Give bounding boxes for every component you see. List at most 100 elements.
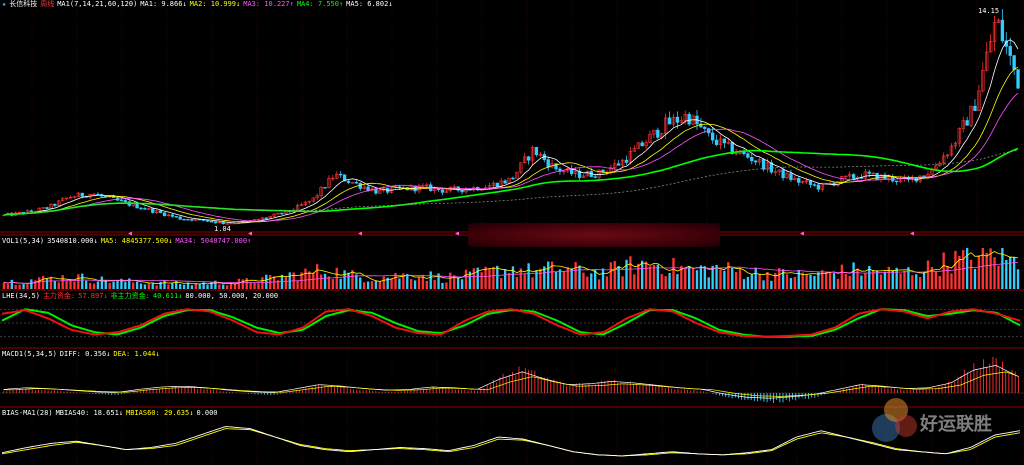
price-candle: [323, 187, 327, 189]
price-candle: [812, 184, 817, 186]
price-candle: [687, 113, 691, 125]
ma2-line: [3, 66, 1019, 223]
price-candle: [29, 210, 34, 212]
price-candle: [722, 138, 727, 144]
redacted-overlay: [468, 223, 720, 247]
price-candle: [867, 171, 871, 174]
ma1-value: MA1: 9.866↓: [140, 0, 187, 8]
price-candle: [151, 208, 155, 213]
ma3-value: MA3: 10.227↑: [243, 0, 294, 8]
price-candle: [973, 105, 977, 111]
price-candle: [339, 173, 343, 176]
price-candle: [1012, 55, 1016, 70]
low-price-label: 1.04: [214, 225, 231, 233]
price-candle: [53, 203, 57, 206]
price-candle: [186, 219, 190, 221]
price-candle: [534, 147, 539, 156]
ma4-value: MA4: 7.550↑: [296, 0, 344, 8]
price-candle: [190, 219, 194, 221]
price-candle: [440, 189, 445, 193]
price-candle: [374, 188, 378, 194]
bias-params: BIAS-MA1(28): [2, 409, 53, 417]
price-candle: [714, 139, 719, 145]
price-candle: [174, 216, 178, 218]
price-candle: [816, 184, 821, 190]
high-price-label: 14.15: [978, 7, 1000, 15]
ma-params: MA1(7,14,21,60,120): [57, 0, 138, 8]
macd-params: MACD1(5,34,5): [2, 350, 57, 358]
price-candle: [123, 200, 128, 202]
vol-ma34: MA34: 5040747.000↑: [175, 237, 252, 245]
price-candle: [754, 160, 758, 163]
price-candle: [746, 153, 750, 158]
period-label[interactable]: 周线: [40, 0, 54, 8]
price-candle: [1008, 46, 1012, 56]
price-candle: [182, 219, 186, 221]
price-candle: [162, 212, 167, 216]
fund-levels: 80.000, 50.000, 20.000: [185, 292, 279, 300]
price-candle: [965, 120, 969, 126]
price-candle: [511, 177, 515, 180]
main-fund-value: 57.897↓: [78, 292, 108, 300]
ma5-value: MA5: 6.802↓: [346, 0, 393, 8]
vol-value: 3540810.000↓: [47, 237, 98, 245]
price-candle: [797, 178, 801, 183]
price-candle: [526, 156, 531, 161]
favorite-star-icon[interactable]: ★: [2, 0, 6, 8]
bias-panel-header: BIAS-MA1(28) MBIAS40: 18.651↓ MBIAS60: 29.…: [2, 409, 221, 418]
price-candle: [851, 174, 856, 179]
vol-ma5: MA5: 4845377.500↓: [100, 237, 173, 245]
price-candle: [280, 212, 284, 215]
price-candle: [135, 203, 139, 209]
main-fund-label: 主力资金:: [42, 292, 76, 300]
price-candle: [139, 207, 143, 210]
price-candle: [894, 180, 899, 183]
nonmain-fund-line: [1, 308, 1021, 338]
price-candle: [460, 189, 464, 193]
price-candle: [80, 192, 84, 197]
price-panel-header: ★ 长信科技 周线 MA1(7,14,21,60,120) MA1: 9.866↓ MA2…: [2, 0, 396, 9]
price-candle: [264, 217, 268, 219]
volume-panel-header: VOL1(5,34) 3540810.000↓ MA5: 4845377.500↓ M…: [2, 237, 254, 246]
ma2-value: MA2: 10.999↓: [189, 0, 241, 8]
price-candle: [656, 129, 660, 138]
price-candle: [503, 180, 507, 184]
price-candle: [354, 182, 359, 184]
nonmain-fund-value: 40.611↓: [152, 292, 183, 300]
bias-mbias40: MBIAS40: 18.651↓: [55, 409, 124, 417]
price-candle: [170, 214, 174, 217]
stock-name: 长信科技: [9, 0, 38, 8]
fund-panel-header: LHE(34,5) 主力资金: 57.897↓ 非主力资金: 40.611↓ 80.000…: [2, 292, 281, 301]
price-candle: [875, 172, 879, 181]
price-candle: [667, 117, 672, 125]
price-candle: [808, 180, 813, 185]
price-candle: [119, 199, 124, 202]
price-candle: [495, 182, 499, 188]
price-candle: [922, 175, 926, 177]
price-candle: [178, 216, 182, 220]
price-candle: [209, 220, 214, 223]
bias-mbias60: MBIAS60: 29.635↓: [126, 409, 194, 417]
fund-params: LHE(34,5): [2, 292, 40, 300]
price-candle: [640, 142, 644, 147]
macd-panel-header: MACD1(5,34,5) DIFF: 0.356↓ DEA: 1.044↓: [2, 350, 163, 359]
price-candle: [781, 169, 785, 179]
price-candle: [789, 173, 793, 181]
price-candle: [617, 163, 621, 166]
price-candle: [45, 207, 49, 209]
price-candle: [205, 220, 210, 222]
price-candle: [750, 157, 754, 162]
macd-dea: DEA: 1.044↓: [113, 350, 160, 358]
price-candle: [761, 159, 766, 170]
main-fund-line: [1, 308, 1021, 338]
price-candle: [1016, 69, 1020, 89]
nonmain-fund-label: 非主力资金:: [110, 292, 150, 300]
price-candle: [158, 210, 163, 213]
price-candle: [703, 126, 707, 129]
price-candle: [221, 221, 225, 225]
ma3-line: [3, 92, 1019, 222]
ma4-line: [3, 147, 1019, 216]
price-candle: [1000, 19, 1005, 42]
price-candle: [546, 159, 550, 168]
bias-zero: 0.000: [196, 409, 218, 417]
